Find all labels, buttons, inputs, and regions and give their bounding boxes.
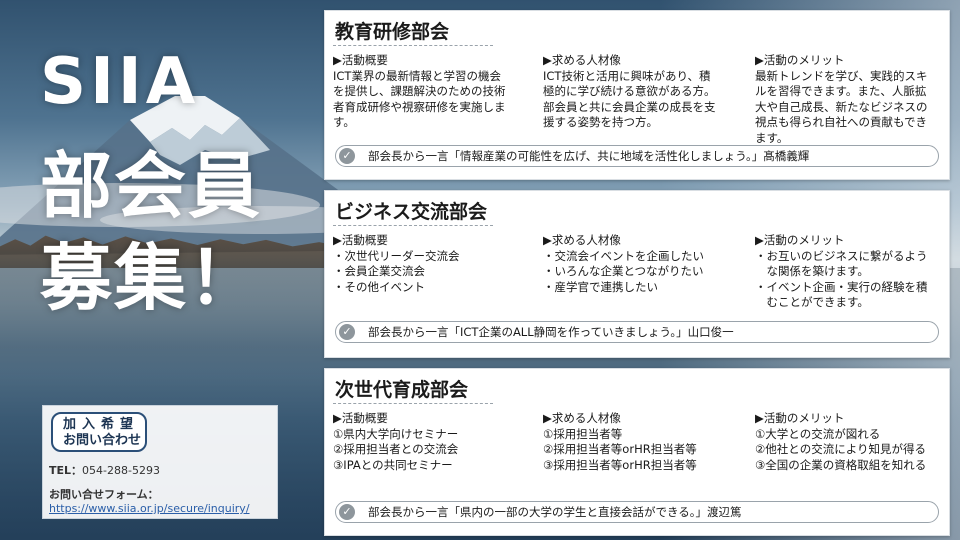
column-line: ICT技術と活用に興味があり、積	[543, 68, 711, 83]
check-icon: ✓	[339, 504, 355, 520]
column-ideal-candidate: ▶求める人材像 ①採用担当者等 ②採用担当者等orHR担当者等 ③採用担当者等o…	[543, 411, 738, 473]
column-line: ①採用担当者等	[543, 426, 623, 441]
contact-badge: 加入希望 お問い合わせ	[51, 412, 147, 452]
column-line: ルを習得できます。また、人脈拡	[755, 84, 927, 98]
leader-comment: ✓ 部会長から一言「県内の一部の大学の学生と直接会話ができる。」渡辺篤	[335, 501, 939, 523]
panel-next-generation: 次世代育成部会 ▶活動概要 ①県内大学向けセミナー ②採用担当者との交流会 ③I…	[324, 368, 950, 536]
column-line: ・その他イベント	[333, 279, 425, 294]
panel-business-exchange: ビジネス交流部会 ▶活動概要 ・次世代リーダー交流会 ・会員企業交流会 ・その他…	[324, 190, 950, 358]
column-line: ・会員企業交流会	[333, 264, 425, 278]
panel-title: 教育研修部会	[335, 21, 450, 43]
column-line: 者育成研修や視察研修を実施しま	[333, 99, 506, 114]
column-benefits: ▶活動のメリット 最新トレンドを学び、実践的スキ ルを習得できます。また、人脈拡…	[755, 53, 950, 146]
leader-comment-text: 部会長から一言「ICT企業のALL静岡を作っていきましょう。」山口俊一	[368, 325, 734, 339]
column-line: ③IPAとの共同セミナー	[333, 457, 453, 472]
column-line: す。	[333, 115, 355, 129]
column-line: ます。	[755, 130, 789, 145]
hero-bukaiin: 部会員	[40, 144, 263, 228]
column-heading: ▶活動のメリット	[755, 233, 845, 247]
column-line: ・お互いのビジネスに繋がるよう	[755, 248, 928, 263]
tel-label: TEL：	[49, 464, 83, 477]
panel-title: 次世代育成部会	[335, 379, 469, 401]
column-benefits: ▶活動のメリット ・お互いのビジネスに繋がるよう な関係を築けます。 ・イベント…	[755, 233, 950, 311]
column-line: ②採用担当者等orHR担当者等	[543, 442, 697, 456]
title-divider	[333, 45, 493, 46]
hero-boshu: 募集！	[40, 236, 263, 320]
column-heading: ▶求める人材像	[543, 53, 621, 67]
leader-comment: ✓ 部会長から一言「情報産業の可能性を広げ、共に地域を活性化しましょう。」髙橋義…	[335, 145, 939, 167]
hero-siia: SIIA	[40, 45, 200, 119]
column-line: ②採用担当者との交流会	[333, 442, 459, 456]
title-divider	[333, 403, 493, 404]
column-benefits: ▶活動のメリット ①大学との交流が図れる ②他社との交流により知見が得る ③全国…	[755, 411, 950, 473]
column-heading: ▶活動概要	[333, 411, 388, 425]
hero-title: SIIA 部会員 募集！	[40, 46, 300, 324]
column-ideal-candidate: ▶求める人材像 ICT技術と活用に興味があり、積 極的に学び続ける意欲がある方。…	[543, 53, 738, 131]
column-overview: ▶活動概要 ①県内大学向けセミナー ②採用担当者との交流会 ③IPAとの共同セミ…	[333, 411, 528, 473]
column-overview: ▶活動概要 ICT業界の最新情報と学習の機会 を提供し、課題解決のための技術 者…	[333, 53, 528, 131]
column-line: ・交流会イベントを企画したい	[543, 248, 704, 263]
panel-education: 教育研修部会 ▶活動概要 ICT業界の最新情報と学習の機会 を提供し、課題解決の…	[324, 10, 950, 180]
column-overview: ▶活動概要 ・次世代リーダー交流会 ・会員企業交流会 ・その他イベント	[333, 233, 528, 295]
column-line: 最新トレンドを学び、実践的スキ	[755, 68, 928, 83]
column-line: 極的に学び続ける意欲がある方。	[543, 84, 716, 98]
leader-comment: ✓ 部会長から一言「ICT企業のALL静岡を作っていきましょう。」山口俊一	[335, 321, 939, 343]
contact-badge-line1: 加入希望	[63, 417, 140, 432]
column-line: ③全国の企業の資格取組を知れる	[755, 457, 927, 472]
column-line: ①県内大学向けセミナー	[333, 426, 459, 441]
column-heading: ▶求める人材像	[543, 411, 621, 425]
column-line: むことができます。	[755, 295, 869, 309]
panel-title: ビジネス交流部会	[335, 201, 488, 223]
column-line: ・産学官で連携したい	[543, 279, 658, 294]
column-line: 部会員と共に会員企業の成長を支	[543, 99, 716, 114]
tel-line: TEL：054-288-5293	[49, 462, 160, 478]
check-icon: ✓	[339, 148, 355, 164]
column-line: ①大学との交流が図れる	[755, 426, 881, 441]
column-heading: ▶活動のメリット	[755, 53, 845, 67]
column-line: ②他社との交流により知見が得る	[755, 442, 926, 456]
column-line: 視点も得られ自社への貢献もでき	[755, 115, 928, 129]
column-line: を提供し、課題解決のための技術	[333, 84, 506, 98]
check-icon: ✓	[339, 324, 355, 340]
column-line: な関係を築けます。	[755, 264, 869, 278]
column-line: ③採用担当者等orHR担当者等	[543, 457, 697, 472]
form-label: お問い合せフォーム：	[49, 488, 159, 501]
contact-badge-line2: お問い合わせ	[63, 433, 142, 448]
column-heading: ▶活動のメリット	[755, 411, 845, 425]
column-line: ・イベント企画・実行の経験を積	[755, 279, 928, 294]
contact-box: 加入希望 お問い合わせ TEL：054-288-5293 お問い合せフォーム： …	[42, 405, 278, 519]
column-heading: ▶活動概要	[333, 53, 388, 67]
column-line: 援する姿勢を持つ方。	[543, 115, 658, 129]
title-divider	[333, 225, 493, 226]
column-ideal-candidate: ▶求める人材像 ・交流会イベントを企画したい ・いろんな企業とつながりたい ・産…	[543, 233, 738, 295]
column-line: 大や自己成長、新たなビジネスの	[755, 99, 928, 114]
tel-value: 054-288-5293	[82, 464, 160, 477]
column-line: ICT業界の最新情報と学習の機会	[333, 68, 501, 83]
column-heading: ▶活動概要	[333, 233, 388, 247]
inquiry-form-link[interactable]: https://www.siia.or.jp/secure/inquiry/	[49, 502, 250, 515]
leader-comment-text: 部会長から一言「県内の一部の大学の学生と直接会話ができる。」渡辺篤	[368, 505, 742, 519]
leader-comment-text: 部会長から一言「情報産業の可能性を広げ、共に地域を活性化しましょう。」髙橋義輝	[368, 149, 810, 163]
column-line: ・次世代リーダー交流会	[333, 248, 460, 263]
column-line: ・いろんな企業とつながりたい	[543, 264, 704, 278]
column-heading: ▶求める人材像	[543, 233, 621, 247]
